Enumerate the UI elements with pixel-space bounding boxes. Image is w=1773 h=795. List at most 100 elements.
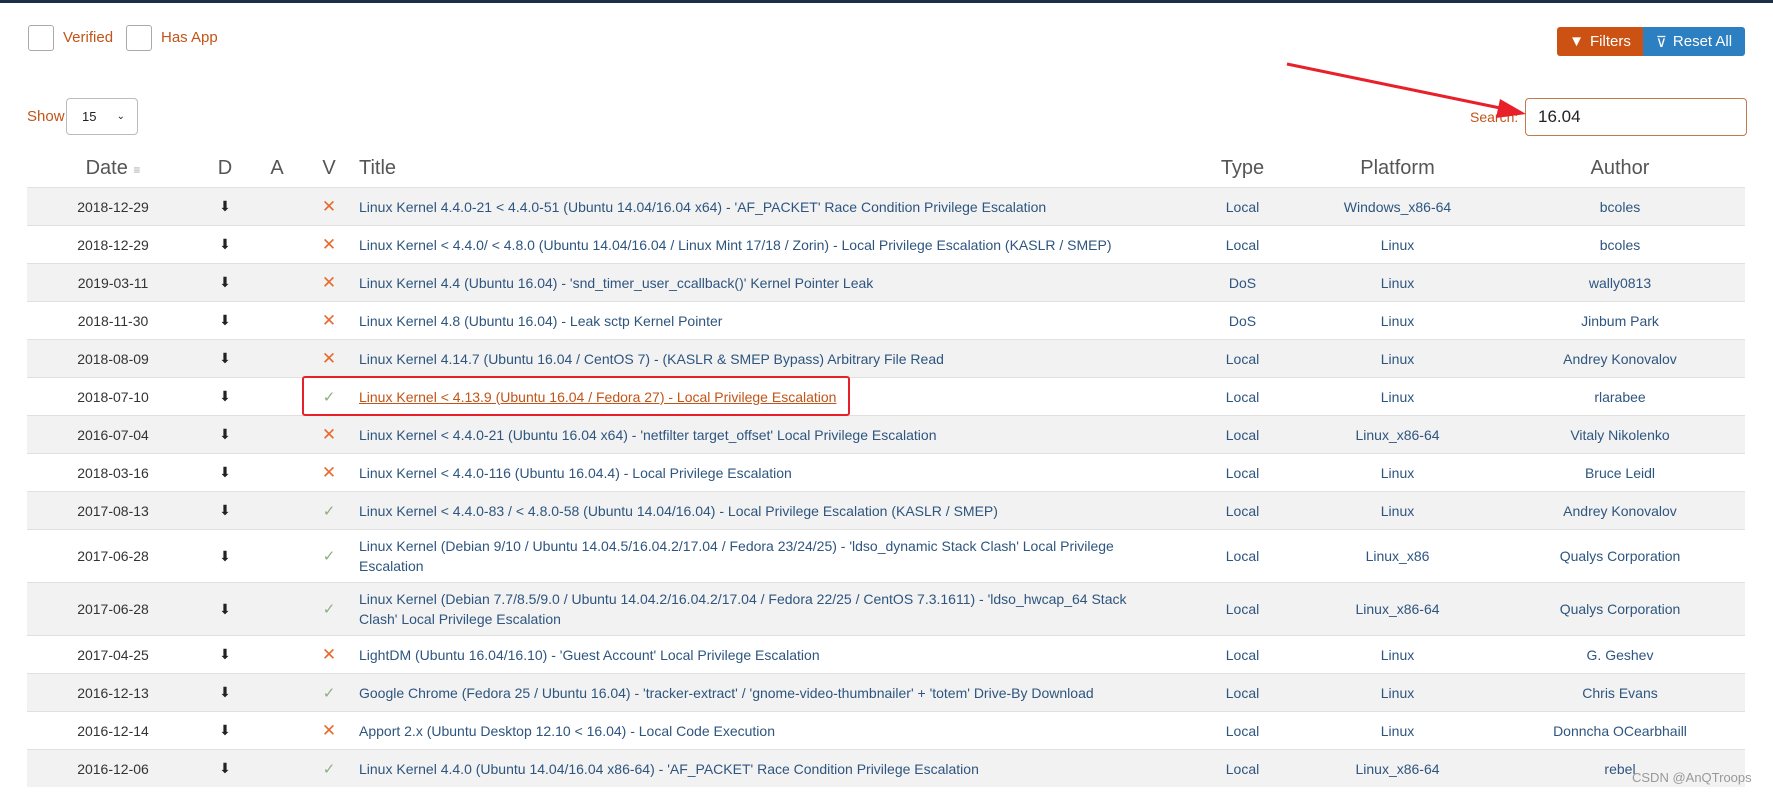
type-cell[interactable]: Local xyxy=(1185,749,1300,787)
platform-cell[interactable]: Linux_x86-64 xyxy=(1300,582,1495,636)
exploit-title-link[interactable]: Linux Kernel < 4.13.9 (Ubuntu 16.04 / Fe… xyxy=(359,389,836,405)
exploit-title-link[interactable]: Google Chrome (Fedora 25 / Ubuntu 16.04)… xyxy=(359,685,1094,701)
exploit-title-link[interactable]: Linux Kernel < 4.4.0-83 / < 4.8.0-58 (Ub… xyxy=(359,503,998,519)
author-cell[interactable]: Bruce Leidl xyxy=(1495,453,1745,492)
type-cell[interactable]: DoS xyxy=(1185,301,1300,340)
type-cell[interactable]: Local xyxy=(1185,711,1300,750)
type-cell[interactable]: Local xyxy=(1185,453,1300,492)
verified-check-icon: ✓ xyxy=(322,388,336,406)
filters-button[interactable]: ▼ Filters xyxy=(1557,27,1643,56)
download-icon[interactable]: ⬇ xyxy=(219,646,231,662)
unverified-x-icon: ✕ xyxy=(321,720,337,740)
filter-clear-icon: ⊽ xyxy=(1655,33,1667,51)
type-cell[interactable]: Local xyxy=(1185,529,1300,583)
author-cell[interactable]: Andrey Konovalov xyxy=(1495,491,1745,530)
author-cell[interactable]: Donncha OCearbhaill xyxy=(1495,711,1745,750)
type-cell[interactable]: Local xyxy=(1185,491,1300,530)
download-icon[interactable]: ⬇ xyxy=(219,548,231,564)
exploit-title-link[interactable]: Apport 2.x (Ubuntu Desktop 12.10 < 16.04… xyxy=(359,723,775,739)
platform-cell[interactable]: Linux xyxy=(1300,301,1495,340)
platform-cell[interactable]: Linux_x86 xyxy=(1300,529,1495,583)
platform-cell[interactable]: Linux xyxy=(1300,491,1495,530)
type-cell[interactable]: Local xyxy=(1185,673,1300,712)
type-cell[interactable]: Local xyxy=(1185,635,1300,674)
platform-cell[interactable]: Windows_x86-64 xyxy=(1300,187,1495,226)
has-app-checkbox[interactable] xyxy=(126,25,152,51)
type-cell[interactable]: DoS xyxy=(1185,263,1300,302)
type-cell[interactable]: Local xyxy=(1185,339,1300,378)
download-icon[interactable]: ⬇ xyxy=(219,464,231,480)
verified-checkbox[interactable] xyxy=(28,25,54,51)
app-cell xyxy=(251,187,303,226)
unverified-x-icon: ✕ xyxy=(321,196,337,216)
col-download[interactable]: D xyxy=(199,150,251,188)
download-icon[interactable]: ⬇ xyxy=(219,198,231,214)
download-icon[interactable]: ⬇ xyxy=(219,312,231,328)
author-cell[interactable]: Chris Evans xyxy=(1495,673,1745,712)
author-cell[interactable]: Vitaly Nikolenko xyxy=(1495,415,1745,454)
exploit-title-link[interactable]: Linux Kernel 4.8 (Ubuntu 16.04) - Leak s… xyxy=(359,313,722,329)
exploit-title-link[interactable]: Linux Kernel < 4.4.0-21 (Ubuntu 16.04 x6… xyxy=(359,427,936,443)
author-cell[interactable]: Qualys Corporation xyxy=(1495,582,1745,636)
app-cell xyxy=(251,453,303,492)
platform-cell[interactable]: Linux xyxy=(1300,635,1495,674)
col-app[interactable]: A xyxy=(251,150,303,188)
author-cell[interactable]: G. Geshev xyxy=(1495,635,1745,674)
col-type[interactable]: Type xyxy=(1185,150,1300,188)
author-cell[interactable]: bcoles xyxy=(1495,187,1745,226)
table-row: 2017-08-13 ⬇ ✓ Linux Kernel < 4.4.0-83 / < … xyxy=(27,491,1745,530)
col-author[interactable]: Author xyxy=(1495,150,1745,188)
platform-cell[interactable]: Linux xyxy=(1300,377,1495,416)
platform-cell[interactable]: Linux xyxy=(1300,711,1495,750)
table-header: Date ≡ D A V Title Type Platform Author xyxy=(27,150,1745,188)
exploit-title-link[interactable]: Linux Kernel < 4.4.0/ < 4.8.0 (Ubuntu 14… xyxy=(359,237,1112,253)
author-cell[interactable]: Qualys Corporation xyxy=(1495,529,1745,583)
exploit-title-link[interactable]: Linux Kernel 4.14.7 (Ubuntu 16.04 / Cent… xyxy=(359,351,944,367)
type-cell[interactable]: Local xyxy=(1185,187,1300,226)
platform-cell[interactable]: Linux xyxy=(1300,453,1495,492)
platform-cell[interactable]: Linux xyxy=(1300,673,1495,712)
type-cell[interactable]: Local xyxy=(1185,377,1300,416)
col-date[interactable]: Date ≡ xyxy=(27,150,199,188)
download-icon[interactable]: ⬇ xyxy=(219,502,231,518)
download-icon[interactable]: ⬇ xyxy=(219,426,231,442)
col-title[interactable]: Title xyxy=(355,150,1185,188)
download-icon[interactable]: ⬇ xyxy=(219,350,231,366)
author-cell[interactable]: wally0813 xyxy=(1495,263,1745,302)
platform-cell[interactable]: Linux_x86-64 xyxy=(1300,415,1495,454)
platform-cell[interactable]: Linux xyxy=(1300,263,1495,302)
type-cell[interactable]: Local xyxy=(1185,415,1300,454)
exploit-title-link[interactable]: Linux Kernel (Debian 7.7/8.5/9.0 / Ubunt… xyxy=(359,591,1126,627)
type-cell[interactable]: Local xyxy=(1185,582,1300,636)
exploit-title-link[interactable]: Linux Kernel 4.4.0-21 < 4.4.0-51 (Ubuntu… xyxy=(359,199,1046,215)
author-cell[interactable]: Andrey Konovalov xyxy=(1495,339,1745,378)
col-verified[interactable]: V xyxy=(303,150,355,188)
author-cell[interactable]: rlarabee xyxy=(1495,377,1745,416)
col-platform[interactable]: Platform xyxy=(1300,150,1495,188)
exploit-title-link[interactable]: Linux Kernel < 4.4.0-116 (Ubuntu 16.04.4… xyxy=(359,465,792,481)
type-cell[interactable]: Local xyxy=(1185,225,1300,264)
exploit-title-link[interactable]: Linux Kernel 4.4.0 (Ubuntu 14.04/16.04 x… xyxy=(359,761,979,777)
show-value: 15 xyxy=(82,109,97,124)
date-cell: 2017-06-28 xyxy=(27,582,199,636)
author-cell[interactable]: bcoles xyxy=(1495,225,1745,264)
verified-check-icon: ✓ xyxy=(322,684,336,702)
search-input[interactable] xyxy=(1525,98,1747,136)
platform-cell[interactable]: Linux xyxy=(1300,225,1495,264)
download-icon[interactable]: ⬇ xyxy=(219,684,231,700)
reset-all-button[interactable]: ⊽ Reset All xyxy=(1643,27,1745,56)
download-icon[interactable]: ⬇ xyxy=(219,760,231,776)
download-icon[interactable]: ⬇ xyxy=(219,388,231,404)
show-entries-select[interactable]: 15 ⌄ xyxy=(66,98,138,135)
show-label: Show xyxy=(27,108,65,125)
author-cell[interactable]: Jinbum Park xyxy=(1495,301,1745,340)
exploit-title-link[interactable]: Linux Kernel 4.4 (Ubuntu 16.04) - 'snd_t… xyxy=(359,275,873,291)
download-icon[interactable]: ⬇ xyxy=(219,601,231,617)
download-icon[interactable]: ⬇ xyxy=(219,274,231,290)
platform-cell[interactable]: Linux_x86-64 xyxy=(1300,749,1495,787)
platform-cell[interactable]: Linux xyxy=(1300,339,1495,378)
download-icon[interactable]: ⬇ xyxy=(219,236,231,252)
exploit-title-link[interactable]: LightDM (Ubuntu 16.04/16.10) - 'Guest Ac… xyxy=(359,647,820,663)
download-icon[interactable]: ⬇ xyxy=(219,722,231,738)
exploit-title-link[interactable]: Linux Kernel (Debian 9/10 / Ubuntu 14.04… xyxy=(359,538,1114,574)
